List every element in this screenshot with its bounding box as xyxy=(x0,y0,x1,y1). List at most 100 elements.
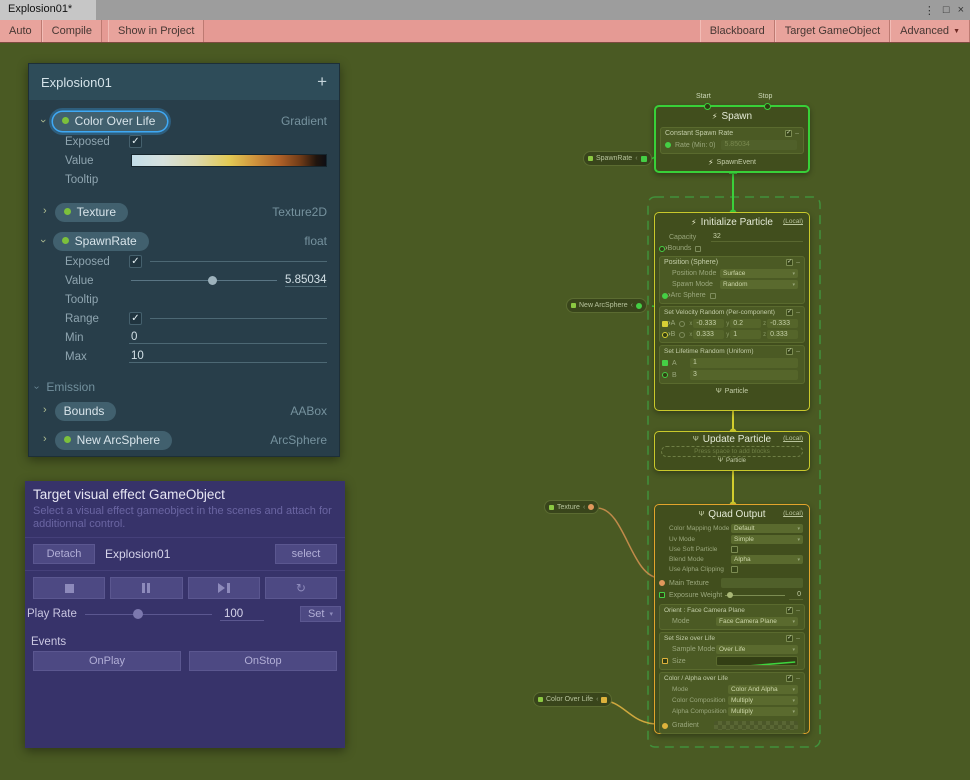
block-collapse-icon[interactable]: ‒ xyxy=(796,259,800,266)
constant-spawn-rate-block[interactable]: Constant Spawn Rate ✓ ‒ Rate (Min: 0) 5.… xyxy=(660,127,804,154)
colorlife-output-port[interactable] xyxy=(601,697,607,703)
set-size-over-life-block[interactable]: Set Size over Life ✓ ‒ Sample Mode Over … xyxy=(659,632,805,670)
graph-canvas[interactable]: Start Stop ⚡ Spawn Constant Spawn Rate ✓… xyxy=(0,43,970,780)
spawn-context-node[interactable]: Start Stop ⚡ Spawn Constant Spawn Rate ✓… xyxy=(654,105,810,173)
lifetime-a-field[interactable]: 1 xyxy=(690,358,798,368)
orient-mode-dropdown[interactable]: Face Camera Plane▾ xyxy=(716,617,798,626)
exposure-weight-field[interactable]: 0 xyxy=(789,590,803,600)
gradient-input-port[interactable] xyxy=(662,723,668,729)
gradient-value-field[interactable] xyxy=(131,154,327,167)
arcsphere-expander-icon[interactable]: › xyxy=(668,290,671,299)
restart-button[interactable]: ↻ xyxy=(265,577,337,599)
new-arcsphere-pill[interactable]: New ArcSphere xyxy=(55,431,172,450)
velocity-a-y-field[interactable]: 0.2 xyxy=(730,319,761,328)
space-toggle[interactable]: (Local) xyxy=(783,218,803,225)
block-enabled-checkbox[interactable]: ✓ xyxy=(786,607,793,614)
block-collapse-icon[interactable]: ‒ xyxy=(796,607,800,614)
close-icon[interactable]: × xyxy=(958,4,964,16)
block-enabled-checkbox[interactable]: ✓ xyxy=(785,130,792,137)
color-composition-dropdown[interactable]: Multiply▾ xyxy=(728,696,798,705)
set-lifetime-random-block[interactable]: Set Lifetime Random (Uniform) ✓ ‒ A 1 B … xyxy=(659,345,805,384)
onplay-button[interactable]: OnPlay xyxy=(33,651,181,671)
color-over-life-pill[interactable]: Color Over Life xyxy=(53,112,168,131)
main-texture-input-port[interactable] xyxy=(659,580,665,586)
chevron-right-icon[interactable]: › xyxy=(43,205,47,217)
lifetime-b-field[interactable]: 3 xyxy=(690,370,798,380)
exposure-weight-port[interactable] xyxy=(659,592,665,598)
expander-icon[interactable]: › xyxy=(668,318,671,327)
position-mode-dropdown[interactable]: Surface▾ xyxy=(720,269,798,278)
stop-button[interactable] xyxy=(33,577,105,599)
collapse-icon[interactable]: ‹ xyxy=(583,504,585,511)
update-particle-node[interactable]: Ψ Update Particle (Local) Press space to… xyxy=(654,431,810,471)
auto-button[interactable]: Auto xyxy=(0,20,42,42)
velocity-b-x-field[interactable]: 0.333 xyxy=(693,330,724,339)
quad-output-node[interactable]: Ψ Quad Output (Local) Color Mapping Mode… xyxy=(654,504,810,734)
exposure-weight-slider[interactable] xyxy=(725,591,785,600)
exposed-checkbox[interactable]: ✓ xyxy=(129,135,142,148)
alpha-composition-dropdown[interactable]: Multiply▾ xyxy=(728,707,798,716)
use-alpha-clipping-checkbox[interactable] xyxy=(731,566,738,573)
target-gameobject-toggle-button[interactable]: Target GameObject xyxy=(775,20,890,42)
velocity-b-z-field[interactable]: 0.333 xyxy=(767,330,798,339)
link-icon[interactable] xyxy=(679,321,685,327)
texture-pill[interactable]: Texture xyxy=(55,203,128,222)
target-gameobject-panel[interactable]: Target visual effect GameObject Select a… xyxy=(25,481,345,748)
advanced-dropdown[interactable]: Advanced ▼ xyxy=(890,20,970,42)
detach-button[interactable]: Detach xyxy=(33,544,95,564)
spawnrate-parameter-node[interactable]: SpawnRate ‹ xyxy=(583,151,652,166)
play-rate-field[interactable]: 100 xyxy=(220,608,264,621)
bounds-pill[interactable]: Bounds xyxy=(55,402,117,421)
play-rate-slider[interactable] xyxy=(85,607,212,621)
param-row-texture[interactable]: › Texture Texture2D xyxy=(29,201,339,223)
capacity-field[interactable]: 32 xyxy=(711,232,803,242)
step-button[interactable] xyxy=(188,577,260,599)
lifetime-b-port[interactable] xyxy=(662,372,668,378)
chevron-down-icon[interactable]: › xyxy=(31,385,42,388)
texture-output-port[interactable] xyxy=(588,504,594,510)
velocity-a-z-field[interactable]: -0.333 xyxy=(767,319,798,328)
bounds-expander-icon[interactable]: › xyxy=(665,243,668,252)
chevron-right-icon[interactable]: › xyxy=(43,404,47,416)
collapse-icon[interactable]: ‹ xyxy=(631,302,633,309)
position-sphere-block[interactable]: Position (Sphere) ✓ ‒ Position Mode Surf… xyxy=(659,256,805,304)
maximize-icon[interactable]: □ xyxy=(943,4,950,16)
param-row-color-over-life[interactable]: › Color Over Life Gradient xyxy=(29,110,339,132)
block-enabled-checkbox[interactable]: ✓ xyxy=(786,309,793,316)
param-row-bounds[interactable]: › Bounds AABox xyxy=(29,400,339,422)
pause-button[interactable] xyxy=(110,577,182,599)
expander-icon[interactable]: › xyxy=(668,329,671,338)
select-button[interactable]: select xyxy=(275,544,337,564)
collapse-icon[interactable]: ‹ xyxy=(596,696,598,703)
param-row-new-arcsphere[interactable]: › New ArcSphere ArcSphere xyxy=(29,429,339,451)
max-field[interactable]: 10 xyxy=(129,350,327,363)
chevron-down-icon[interactable]: › xyxy=(37,119,49,123)
blend-mode-dropdown[interactable]: Alpha▾ xyxy=(731,555,803,564)
min-field[interactable]: 0 xyxy=(129,331,327,344)
block-collapse-icon[interactable]: ‒ xyxy=(796,635,800,642)
block-collapse-icon[interactable]: ‒ xyxy=(796,675,800,682)
block-collapse-icon[interactable]: ‒ xyxy=(795,130,799,137)
spawnrate-output-port[interactable] xyxy=(641,156,647,162)
size-input-port[interactable] xyxy=(662,658,668,664)
collapse-icon[interactable]: ‹ xyxy=(635,155,637,162)
velocity-a-x-field[interactable]: -0.333 xyxy=(693,319,724,328)
space-toggle[interactable]: (Local) xyxy=(783,435,803,442)
spawnrate-pill[interactable]: SpawnRate xyxy=(53,232,149,251)
block-enabled-checkbox[interactable]: ✓ xyxy=(786,348,793,355)
texture-parameter-node[interactable]: Texture ‹ xyxy=(544,500,599,514)
add-blocks-placeholder[interactable]: Press space to add blocks xyxy=(661,446,803,457)
color-mode-dropdown[interactable]: Color And Alpha▾ xyxy=(728,685,798,694)
sample-mode-dropdown[interactable]: Over Life▾ xyxy=(716,645,798,654)
size-curve-field[interactable] xyxy=(716,656,798,666)
block-enabled-checkbox[interactable]: ✓ xyxy=(786,675,793,682)
range-checkbox[interactable]: ✓ xyxy=(129,312,142,325)
param-row-spawnrate[interactable]: › SpawnRate float xyxy=(29,230,339,252)
window-menu-icon[interactable]: ⋮ xyxy=(924,4,935,17)
arcsphere-output-port[interactable] xyxy=(636,303,642,309)
orient-block[interactable]: Orient : Face Camera Plane ✓ ‒ Mode Face… xyxy=(659,604,805,630)
slider-handle[interactable] xyxy=(133,609,143,619)
block-collapse-icon[interactable]: ‒ xyxy=(796,309,800,316)
show-in-project-button[interactable]: Show in Project xyxy=(108,20,204,42)
exposed-checkbox[interactable]: ✓ xyxy=(129,255,142,268)
